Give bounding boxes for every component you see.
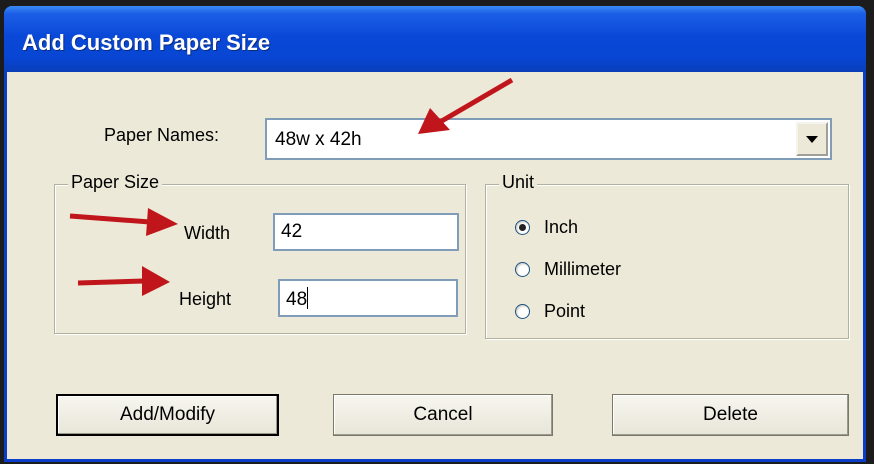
unit-legend: Unit — [499, 172, 538, 193]
paper-names-label: Paper Names: — [104, 125, 220, 145]
radio-selected-dot — [519, 224, 526, 231]
unit-option-label: Millimeter — [544, 259, 622, 279]
dialog-title: Add Custom Paper Size — [22, 30, 271, 55]
height-input-value: 48 — [286, 289, 308, 310]
radio-button-icon[interactable] — [515, 262, 530, 277]
chevron-down-icon — [806, 135, 818, 143]
cancel-button[interactable]: Cancel — [333, 394, 553, 436]
delete-button[interactable]: Delete — [612, 394, 849, 436]
unit-option-label: Inch — [544, 217, 579, 237]
height-input[interactable]: 48 — [278, 279, 458, 317]
add-modify-button[interactable]: Add/Modify — [56, 394, 279, 436]
paper-size-legend: Paper Size — [68, 172, 163, 193]
paper-names-dropdown-button[interactable] — [796, 122, 828, 156]
title-bar[interactable]: Add Custom Paper Size — [4, 6, 866, 72]
dialog-window: Add Custom Paper Size Paper Names: 48w x… — [4, 6, 866, 462]
radio-button-icon[interactable] — [515, 220, 530, 235]
paper-names-combobox[interactable]: 48w x 42h — [265, 118, 832, 160]
unit-option-inch[interactable]: Inch — [515, 217, 578, 238]
unit-option-point[interactable]: Point — [515, 301, 585, 322]
unit-option-label: Point — [544, 301, 586, 321]
height-label: Height — [179, 289, 232, 309]
width-label: Width — [184, 223, 231, 243]
radio-button-icon[interactable] — [515, 304, 530, 319]
text-cursor — [307, 287, 309, 309]
paper-names-value: 48w x 42h — [275, 129, 362, 150]
width-input[interactable]: 42 — [273, 213, 459, 251]
unit-option-millimeter[interactable]: Millimeter — [515, 259, 621, 280]
